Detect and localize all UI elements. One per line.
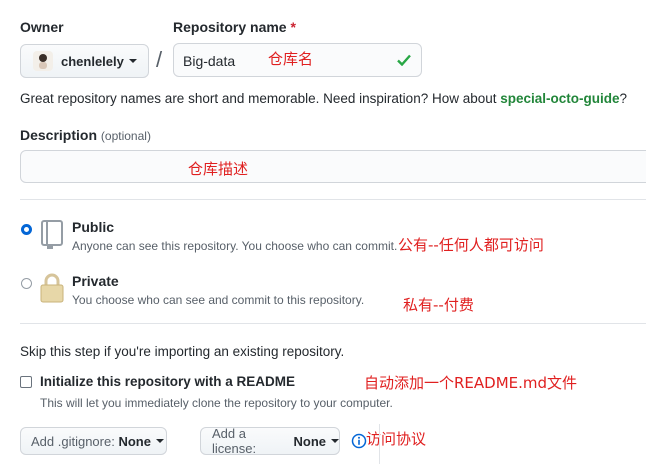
description-label: Description (optional) xyxy=(20,127,151,143)
check-icon xyxy=(397,54,411,66)
public-title: Public xyxy=(72,219,115,235)
repo-name-value: Big-data xyxy=(183,53,236,69)
lock-icon xyxy=(40,273,64,303)
private-title: Private xyxy=(72,273,119,289)
private-desc: You choose who can see and commit to thi… xyxy=(72,293,365,307)
description-input[interactable] xyxy=(20,150,646,183)
skip-text: Skip this step if you're importing an ex… xyxy=(20,344,345,359)
owner-avatar xyxy=(33,51,53,71)
readme-note: 自动添加一个README.md文件 xyxy=(364,374,578,392)
repo-name-note: 仓库名 xyxy=(268,50,314,68)
owner-repo-separator: / xyxy=(156,47,163,72)
public-desc: Anyone can see this repository. You choo… xyxy=(72,239,398,253)
owner-name: chenlelely xyxy=(61,53,124,69)
readme-checkbox[interactable] xyxy=(20,376,32,388)
repo-name-label: Repository name * xyxy=(173,19,296,35)
repo-book-icon xyxy=(41,220,63,249)
description-note: 仓库描述 xyxy=(188,160,249,178)
gitignore-dropdown[interactable]: Add .gitignore: None xyxy=(20,427,167,455)
owner-label: Owner xyxy=(20,19,64,35)
license-note: 访问协议 xyxy=(366,430,427,448)
readme-desc: This will let you immediately clone the … xyxy=(40,396,393,410)
name-suggestion: Great repository names are short and mem… xyxy=(20,91,628,106)
vertical-divider xyxy=(379,424,380,464)
divider xyxy=(20,323,646,324)
chevron-down-icon xyxy=(331,439,339,443)
readme-label: Initialize this repository with a README xyxy=(40,374,296,389)
chevron-down-icon xyxy=(128,59,137,63)
chevron-down-icon xyxy=(155,439,164,443)
public-radio[interactable] xyxy=(21,224,32,235)
info-icon[interactable] xyxy=(351,433,367,449)
private-radio[interactable] xyxy=(21,278,32,289)
private-note: 私有--付费 xyxy=(403,296,474,314)
license-dropdown[interactable]: Add a license: None xyxy=(200,426,340,456)
owner-dropdown[interactable]: chenlelely xyxy=(20,44,149,78)
public-note: 公有--任何人都可访问 xyxy=(398,236,544,254)
suggested-name-link[interactable]: special-octo-guide xyxy=(500,91,619,106)
divider xyxy=(20,199,646,200)
